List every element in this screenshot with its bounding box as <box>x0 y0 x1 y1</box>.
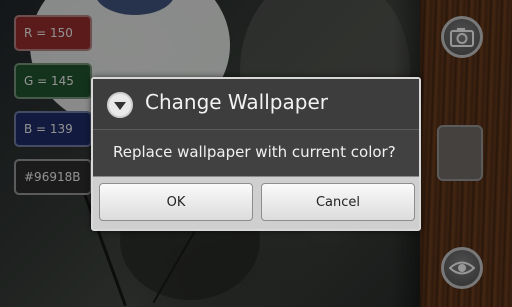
dialog-message: Replace wallpaper with current color? <box>113 143 396 161</box>
dialog-title-bar: Change Wallpaper <box>93 79 419 130</box>
change-wallpaper-dialog: Change Wallpaper Replace wallpaper with … <box>91 77 421 231</box>
dialog-title: Change Wallpaper <box>145 90 328 114</box>
ok-button[interactable]: OK <box>99 183 253 221</box>
cancel-button[interactable]: Cancel <box>261 183 415 221</box>
dialog-button-bar: OK Cancel <box>93 176 419 229</box>
dropdown-circle-icon <box>107 92 133 118</box>
